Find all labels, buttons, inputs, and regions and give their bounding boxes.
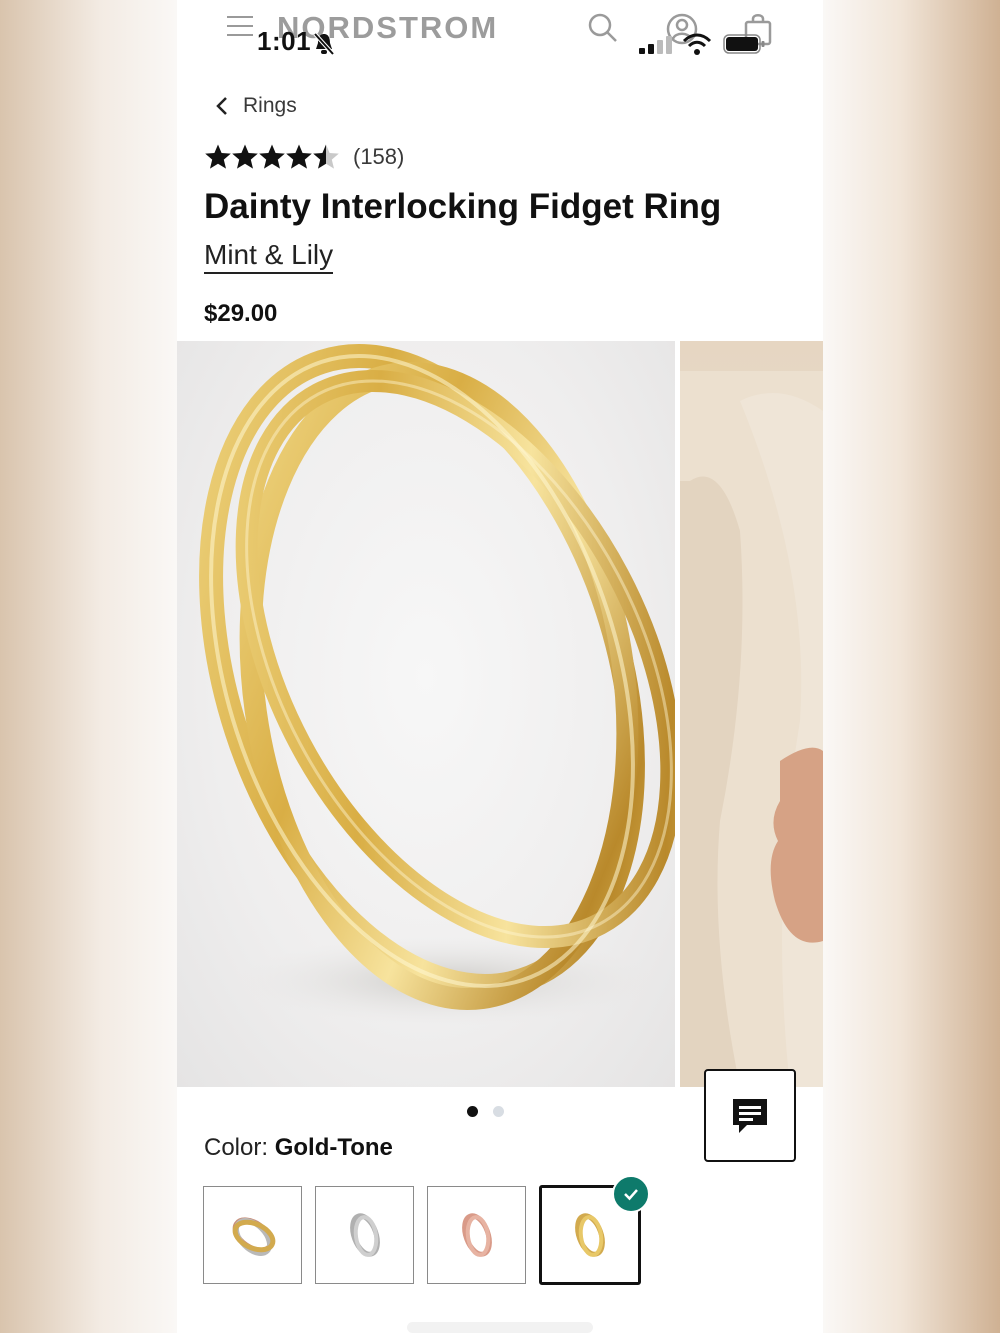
chat-icon <box>733 1098 767 1133</box>
product-image-gallery[interactable] <box>177 341 823 1087</box>
star-icon <box>259 144 285 169</box>
color-swatches <box>203 1175 654 1285</box>
chat-button[interactable] <box>704 1069 796 1162</box>
status-time: 1:01 <box>257 26 312 56</box>
cellular-signal-icon <box>639 36 672 54</box>
rose-gold-ring-icon <box>461 1213 492 1257</box>
gold-ring-icon <box>575 1213 605 1257</box>
home-indicator <box>407 1322 593 1333</box>
product-page: NORDSTROM 1:01 Rings (158) Dainty Interl… <box>177 0 823 1333</box>
carousel-dots[interactable] <box>467 1106 519 1117</box>
breadcrumb[interactable]: Rings <box>215 90 297 122</box>
rating-stars <box>204 143 339 171</box>
swatch-tri-tone[interactable] <box>203 1186 302 1284</box>
color-label-prefix: Color: <box>204 1134 269 1161</box>
product-brand-link[interactable]: Mint & Lily <box>204 239 334 274</box>
battery-icon <box>723 34 765 54</box>
wifi-icon <box>682 33 712 55</box>
product-rating[interactable]: (158) <box>204 143 404 171</box>
chevron-left-icon <box>216 97 227 115</box>
star-icon <box>205 144 231 169</box>
product-image-main[interactable] <box>177 341 683 1087</box>
carousel-dot[interactable] <box>467 1106 478 1117</box>
swatch-silver-tone[interactable] <box>315 1186 414 1284</box>
gold-ring-illustration <box>199 344 683 1026</box>
product-price: $29.00 <box>204 300 278 327</box>
breadcrumb-label: Rings <box>243 94 297 117</box>
product-image-lifestyle[interactable] <box>680 341 823 1087</box>
star-icon <box>286 144 312 169</box>
selected-check-icon <box>612 1175 650 1213</box>
bell-off-icon <box>313 32 335 56</box>
color-selection-label: Color: Gold-Tone <box>204 1134 393 1162</box>
tri-tone-ring-icon <box>232 1217 275 1256</box>
silver-ring-icon <box>349 1213 380 1257</box>
carousel-dot[interactable] <box>493 1106 504 1117</box>
selected-color-name: Gold-Tone <box>274 1134 393 1161</box>
menu-icon[interactable] <box>227 16 253 38</box>
status-bar: NORDSTROM 1:01 <box>177 0 823 70</box>
lifestyle-photo <box>680 371 823 1087</box>
swatch-rose-gold-tone[interactable] <box>427 1186 526 1284</box>
product-title: Dainty Interlocking Fidget Ring <box>204 187 722 226</box>
search-icon[interactable] <box>587 12 619 44</box>
star-icon <box>313 144 339 169</box>
swatch-gold-tone[interactable] <box>539 1175 650 1285</box>
star-icon <box>232 144 258 169</box>
rating-count: (158) <box>353 144 405 169</box>
